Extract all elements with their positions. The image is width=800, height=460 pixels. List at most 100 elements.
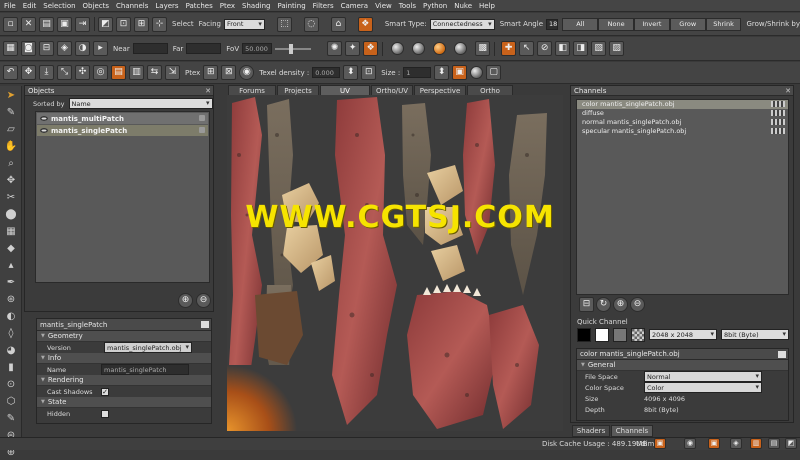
channel-remove-icon[interactable]: ⊖ bbox=[630, 297, 645, 312]
menu-ptex[interactable]: Ptex bbox=[220, 2, 235, 10]
channel-layers-icon[interactable]: ⊟ bbox=[579, 297, 594, 312]
eraser-icon[interactable]: ▱ bbox=[3, 123, 19, 137]
size-input[interactable]: 1 bbox=[403, 67, 432, 78]
fill-icon[interactable]: ◊ bbox=[3, 327, 19, 341]
far-input[interactable] bbox=[186, 43, 222, 54]
sphere-preview-icon[interactable] bbox=[470, 66, 484, 79]
fov-input[interactable]: 50.000 bbox=[242, 43, 273, 54]
status-tool-icon[interactable]: ◉ bbox=[684, 438, 696, 449]
menu-camera[interactable]: Camera bbox=[341, 2, 368, 10]
lit-shading-icon[interactable] bbox=[433, 42, 447, 55]
channel-item-specular[interactable]: specular mantis_singlePatch.obj bbox=[577, 127, 788, 136]
fov-slider[interactable] bbox=[275, 43, 312, 54]
menu-painting[interactable]: Painting bbox=[277, 2, 305, 10]
color-picker-icon[interactable]: ⬡ bbox=[3, 395, 19, 409]
scale-icon[interactable]: ⤡ bbox=[57, 65, 72, 80]
menu-nuke[interactable]: Nuke bbox=[454, 2, 472, 10]
smart-type-select[interactable]: Connectedness bbox=[429, 18, 495, 30]
udim-icon[interactable]: ▣ bbox=[654, 438, 666, 449]
smart-angle-input[interactable]: 180 bbox=[546, 18, 559, 30]
cube-icon[interactable]: ◈ bbox=[57, 41, 72, 56]
checker-swatch[interactable] bbox=[631, 328, 645, 342]
water-drop-icon[interactable]: ⬤ bbox=[3, 208, 19, 222]
ptex-resize-icon[interactable]: ⊠ bbox=[221, 65, 237, 80]
filter-icon[interactable]: ▨ bbox=[609, 41, 625, 56]
move-icon[interactable]: ✥ bbox=[21, 65, 36, 80]
add-object-icon[interactable]: ⊕ bbox=[178, 293, 193, 308]
select-arrow-icon[interactable]: ➤ bbox=[3, 89, 19, 103]
grid-tool-icon[interactable]: ▦ bbox=[3, 225, 19, 239]
menu-shading[interactable]: Shading bbox=[242, 2, 270, 10]
frame-icon[interactable]: ⊟ bbox=[39, 41, 54, 56]
visibility-eye-icon[interactable] bbox=[40, 128, 48, 133]
hidden-checkbox[interactable] bbox=[101, 409, 109, 418]
menu-file[interactable]: File bbox=[4, 2, 16, 10]
full-shading-icon[interactable] bbox=[454, 42, 468, 55]
shadow-icon[interactable]: ✦ bbox=[345, 41, 361, 56]
hand-pan-icon[interactable]: ✋ bbox=[3, 140, 19, 154]
scissors-icon[interactable]: ✂ bbox=[3, 191, 19, 205]
lighting-icon[interactable]: ◑ bbox=[75, 41, 90, 56]
cast-shadows-checkbox[interactable]: ✓ bbox=[101, 387, 109, 396]
tab-channels[interactable]: Channels bbox=[611, 425, 653, 437]
status-layout-icon[interactable]: ▤ bbox=[768, 438, 780, 449]
picker-icon[interactable]: ✎ bbox=[3, 412, 19, 426]
menu-patches[interactable]: Patches bbox=[186, 2, 213, 10]
close-file-icon[interactable]: ✕ bbox=[21, 16, 36, 32]
invert-selection-button[interactable]: Invert bbox=[634, 17, 670, 31]
grow-selection-button[interactable]: Grow bbox=[669, 17, 706, 31]
light-icon[interactable]: ✺ bbox=[327, 41, 343, 56]
split-icon[interactable]: ◨ bbox=[573, 41, 589, 56]
texel-density-input[interactable]: 0.000 bbox=[312, 67, 341, 78]
object-options-icon[interactable]: ⊖ bbox=[196, 293, 211, 308]
menu-layers[interactable]: Layers bbox=[155, 2, 178, 10]
version-select[interactable]: mantis_singlePatch.obj bbox=[104, 342, 192, 353]
channel-item-color[interactable]: color mantis_singlePatch.obj bbox=[577, 100, 788, 109]
paint-through-icon[interactable]: ❖ bbox=[363, 41, 379, 56]
camera-icon[interactable]: ◙ bbox=[21, 41, 36, 56]
mask-tool-icon[interactable]: ▴ bbox=[3, 259, 19, 273]
mask-icon[interactable]: ▧ bbox=[591, 41, 607, 56]
new-file-icon[interactable]: ▫ bbox=[3, 16, 18, 32]
tab-shaders[interactable]: Shaders bbox=[572, 425, 610, 437]
depth-select[interactable]: 8bit (Byte) bbox=[721, 329, 789, 340]
flat-preview-icon[interactable]: ▢ bbox=[486, 65, 502, 80]
save-file-icon[interactable]: ▣ bbox=[57, 16, 72, 32]
open-file-icon[interactable]: ▤ bbox=[39, 16, 54, 32]
rendering-section[interactable]: Rendering bbox=[37, 375, 211, 386]
undo-history-icon[interactable]: ◩ bbox=[98, 16, 113, 32]
select-none-button[interactable]: None bbox=[598, 17, 635, 31]
marquee-select-icon[interactable]: ⬚ bbox=[276, 16, 292, 32]
channel-refresh-icon[interactable]: ↻ bbox=[596, 297, 611, 312]
object-item-multipatch[interactable]: mantis_multiPatch bbox=[37, 113, 208, 124]
channel-item-diffuse[interactable]: diffuse bbox=[577, 109, 788, 118]
wireframe-icon[interactable]: ▩ bbox=[475, 41, 491, 56]
transform-move-icon[interactable]: ✥ bbox=[3, 174, 19, 188]
sharpen-icon[interactable]: ◕ bbox=[3, 344, 19, 358]
panel-close-icon[interactable]: ✕ bbox=[785, 86, 791, 96]
snap-icon[interactable]: ✚ bbox=[501, 41, 517, 56]
general-section[interactable]: General bbox=[577, 360, 788, 371]
crop-icon[interactable]: ⊡ bbox=[116, 16, 131, 32]
stamp-icon[interactable]: ◆ bbox=[3, 242, 19, 256]
black-swatch[interactable] bbox=[577, 328, 591, 342]
uv-viewport[interactable] bbox=[227, 95, 563, 431]
facing-select[interactable]: Front bbox=[223, 18, 265, 30]
menu-filters[interactable]: Filters bbox=[313, 2, 334, 10]
resolution-select[interactable]: 2048 x 2048 bbox=[649, 329, 717, 340]
uv-layout-icon[interactable]: ▥ bbox=[129, 65, 144, 80]
paint-brush-icon[interactable]: ✎ bbox=[3, 106, 19, 120]
white-swatch[interactable] bbox=[595, 328, 609, 342]
visibility-eye-icon[interactable] bbox=[40, 116, 48, 121]
name-input[interactable]: mantis_singlePatch bbox=[101, 364, 189, 375]
rotate-icon[interactable]: ↶ bbox=[3, 65, 18, 80]
cursor-icon[interactable]: ⊙ bbox=[3, 378, 19, 392]
menu-tools[interactable]: Tools bbox=[399, 2, 416, 10]
panel-menu-icon[interactable] bbox=[201, 321, 209, 328]
transform-icon[interactable]: ⊹ bbox=[152, 16, 167, 32]
transform-select-icon[interactable]: ◎ bbox=[93, 65, 108, 80]
pin-icon[interactable]: ↖ bbox=[519, 41, 535, 56]
slide-icon[interactable]: ◐ bbox=[3, 310, 19, 324]
menu-selection[interactable]: Selection bbox=[43, 2, 75, 10]
sorted-by-select[interactable]: Name bbox=[68, 98, 213, 109]
